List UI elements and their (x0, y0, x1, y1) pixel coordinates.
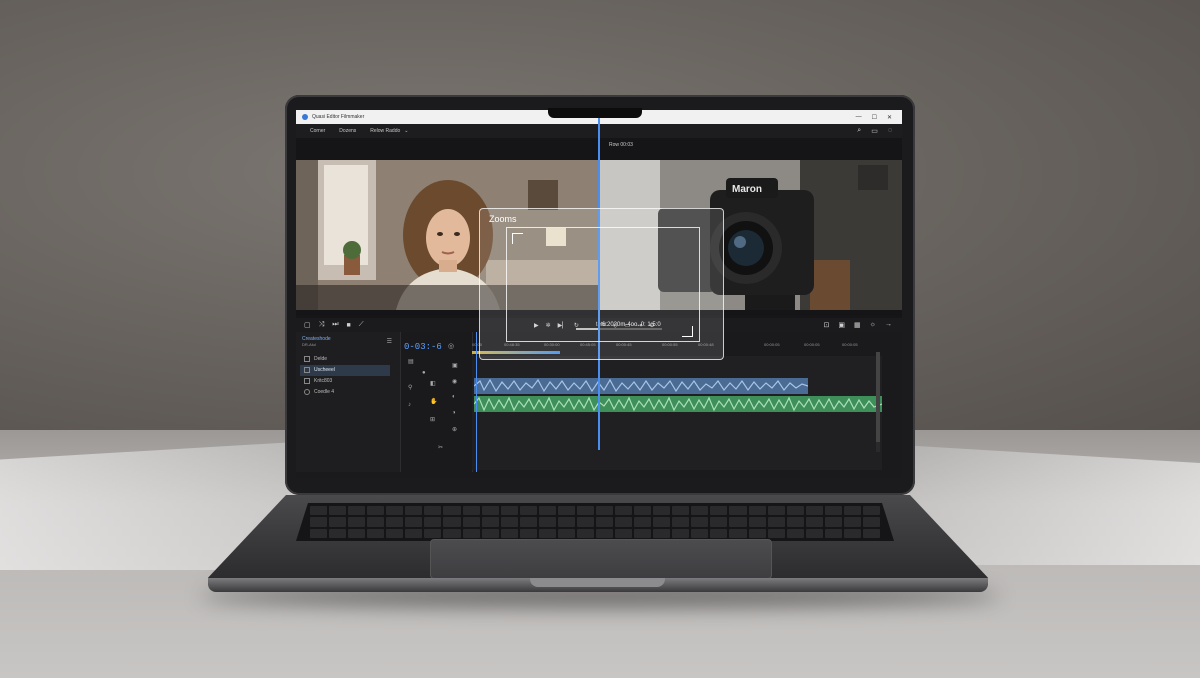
ruler-tick-label: 00:00:05 (842, 342, 858, 347)
music-icon[interactable]: ♪ (408, 402, 411, 408)
select-tool-icon[interactable]: ▤ (408, 358, 414, 365)
photo-scene: Quasi Editor Filmmaker — ☐ ✕ Corner Doze… (0, 0, 1200, 678)
timeline-scrollbar[interactable] (876, 352, 880, 452)
project-item-list: Delde Uscheeel Kritc803 Coedle 4 (300, 354, 390, 398)
scrollbar-thumb[interactable] (876, 352, 880, 442)
square-icon[interactable]: ■ (347, 322, 351, 329)
track-solo-icon[interactable]: ◑ (452, 410, 456, 416)
waveform-b (474, 396, 882, 412)
gear-icon[interactable]: ☼ (870, 321, 876, 329)
ruler-tick-label: 00:00:05 (804, 342, 820, 347)
audio-clip-b[interactable] (474, 396, 882, 412)
lid-opening-groove (530, 578, 665, 587)
ruler-tick-label: 00:00:05 (764, 342, 780, 347)
close-button[interactable]: ✕ (887, 114, 892, 121)
menu-item-corner[interactable]: Corner (310, 128, 325, 134)
menu-item-relow[interactable]: Relow Raddo (370, 128, 400, 134)
bin-icon (304, 355, 310, 362)
link-tool-icon[interactable]: ⚲ (408, 384, 412, 391)
search-icon[interactable]: ⌕ (857, 127, 861, 135)
project-item[interactable]: Delde (300, 354, 390, 365)
crop-icon[interactable]: ⟋ (359, 321, 364, 329)
track-add-icon[interactable]: ⊕ (452, 426, 457, 433)
slip-tool-icon[interactable]: ◧ (430, 380, 436, 387)
track-eye-icon[interactable]: ◉ (452, 378, 457, 385)
timeline-settings-icon[interactable]: ◎ (448, 342, 454, 350)
camera-icon[interactable]: ▣ (838, 321, 845, 329)
record-icon[interactable]: ● (422, 370, 426, 376)
maximize-button[interactable]: ☐ (872, 114, 877, 121)
project-item[interactable]: Uscheeel (300, 365, 390, 376)
zoom-handle-top-left[interactable] (512, 233, 523, 244)
bin-icon (304, 388, 310, 395)
hand-tool-icon[interactable]: ✋ (430, 398, 437, 405)
zoom-panel-title: Zooms (489, 214, 517, 224)
waveform-a (474, 378, 808, 393)
timeline-playhead[interactable] (476, 332, 477, 472)
trackpad (430, 539, 772, 579)
project-panel: Createshode DR-Alul ☰ Delde Uscheeel Kri… (296, 332, 401, 472)
link-icon[interactable]: ⊡ (823, 321, 829, 329)
arrow-right-icon[interactable]: → (885, 321, 892, 329)
menu-item-dozens[interactable]: Dozens (339, 128, 356, 134)
shuffle-icon[interactable]: ⤨ (319, 321, 325, 329)
camera-notch (548, 108, 642, 118)
grid-icon[interactable]: ▦ (854, 321, 861, 329)
zoom-readout: 6:2020m-4oo. 0: 1:5:0 (602, 322, 661, 328)
bin-icon (304, 377, 310, 384)
camera-brand-text: Maron (732, 184, 762, 195)
bin-icon (304, 366, 310, 373)
list-view-icon[interactable]: ☰ (387, 338, 392, 345)
track-mute-icon[interactable]: ◐ (452, 394, 456, 400)
skip-icon[interactable]: ⏭ (332, 321, 338, 329)
stop-icon[interactable]: ▢ (304, 321, 311, 329)
tools-panel: ▤ ● ⚲ ◧ ♪ ✋ ⊞ ▣ ◉ ◐ ◑ ⊕ ✂ (400, 332, 473, 472)
track-lock-icon[interactable]: ▣ (452, 362, 458, 369)
keyboard (296, 503, 894, 541)
app-icon (302, 114, 308, 120)
zoom-handle-bottom-right[interactable] (682, 326, 693, 337)
project-subtitle: DR-Alul (302, 342, 316, 347)
chat-icon[interactable]: ◌ (888, 127, 892, 135)
audio-clip-a[interactable] (474, 378, 808, 394)
laptop-screen: Quasi Editor Filmmaker — ☐ ✕ Corner Doze… (296, 110, 902, 478)
project-item[interactable]: Coedle 4 (300, 387, 390, 398)
project-item[interactable]: Kritc803 (300, 376, 390, 387)
razor-icon[interactable]: ✂ (438, 444, 443, 451)
window-controls: — ☐ ✕ (856, 114, 902, 121)
window-icon[interactable]: ▭ (871, 127, 878, 135)
timeline-tracks (472, 356, 882, 470)
zoom-panel[interactable]: Zooms 6:2020m-4oo. 0: 1:5:0 (479, 208, 724, 360)
timeline-timecode[interactable]: 0-03:-6 (404, 342, 442, 352)
minimize-button[interactable]: — (856, 114, 862, 121)
program-monitor-label: Row 00:03 (609, 142, 633, 148)
window-title: Quasi Editor Filmmaker (312, 114, 365, 120)
transition-icon[interactable]: ⊞ (430, 416, 435, 423)
chevron-down-icon[interactable]: ⌄ (404, 128, 408, 134)
